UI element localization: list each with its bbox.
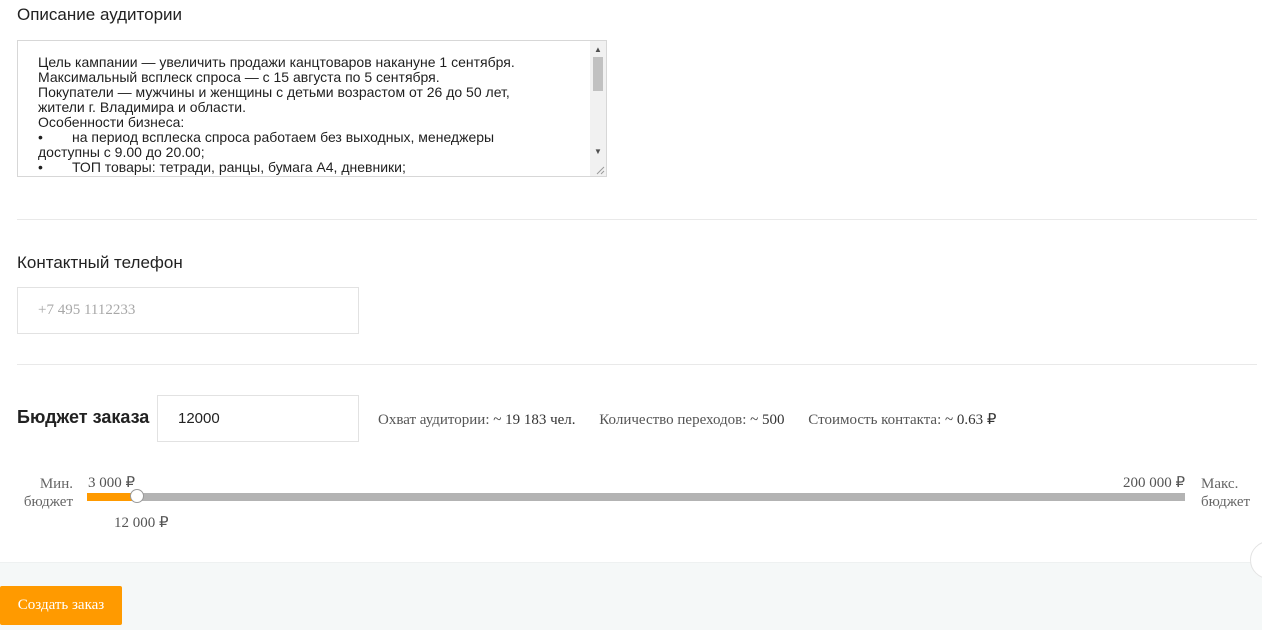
slider-max-value: 200 000 ₽	[1122, 475, 1185, 491]
slider-min-value: 3 000 ₽	[88, 475, 136, 491]
cost-value: ~ 0.63 ₽	[945, 412, 997, 428]
scroll-down-arrow-icon[interactable]: ▼	[590, 145, 606, 159]
scrollbar-thumb[interactable]	[593, 57, 603, 91]
audience-section-title: Описание аудитории	[17, 5, 183, 24]
audience-line: доступны с 9.00 до 20.00;	[38, 144, 205, 160]
audience-bullet-item: • на период всплеска спроса работаем без…	[38, 130, 586, 145]
budget-input[interactable]	[157, 395, 359, 442]
textarea-scrollbar[interactable]: ▲ ▼	[590, 41, 606, 176]
slider-handle[interactable]	[130, 489, 144, 503]
clicks-value: ~ 500	[750, 412, 785, 428]
audience-bullet-text: на период всплеска спроса работаем без в…	[72, 129, 495, 145]
slider-current-value: 12 000 ₽	[114, 515, 169, 531]
bullet-mark: •	[38, 159, 43, 175]
reach-value: ~ 19 183 чел.	[493, 412, 576, 428]
audience-line: Максимальный всплеск спроса — с 15 авгус…	[38, 69, 440, 85]
audience-bullet-text: ТОП товары: тетради, ранцы, бумага А4, д…	[72, 159, 406, 175]
cost-label: Стоимость контакта:	[808, 412, 942, 428]
audience-line: Особенности бизнеса:	[38, 114, 185, 130]
audience-description-textarea[interactable]: Цель кампании — увеличить продажи канцто…	[17, 40, 607, 177]
audience-bullet-item: • ТОП товары: тетради, ранцы, бумага А4,…	[38, 160, 586, 175]
audience-line: жители г. Владимира и области.	[38, 99, 246, 115]
section-divider	[17, 219, 1257, 220]
footer-bar: Создать заказ	[0, 562, 1262, 630]
audience-description-text: Цель кампании — увеличить продажи канцто…	[38, 55, 586, 175]
audience-line: Покупатели — мужчины и женщины с детьми …	[38, 84, 510, 100]
min-budget-label: Мин. бюджет	[23, 476, 73, 510]
bullet-mark: •	[38, 129, 43, 145]
budget-slider[interactable]	[87, 489, 1185, 503]
phone-section-title: Контактный телефон	[17, 253, 183, 272]
resize-grip-icon[interactable]	[595, 165, 605, 175]
reach-label: Охват аудитории:	[378, 412, 490, 428]
cost-stat: Стоимость контакта: ~ 0.63 ₽	[808, 412, 996, 428]
scroll-up-arrow-icon[interactable]: ▲	[590, 43, 606, 57]
clicks-label: Количество переходов:	[599, 412, 747, 428]
budget-label: Бюджет заказа	[17, 407, 150, 427]
phone-input[interactable]	[17, 287, 359, 334]
reach-stat: Охват аудитории: ~ 19 183 чел.	[378, 412, 576, 428]
audience-line: Цель кампании — увеличить продажи канцто…	[38, 54, 515, 70]
max-budget-label: Макс. бюджет	[1201, 476, 1251, 510]
clicks-stat: Количество переходов: ~ 500	[599, 412, 784, 428]
create-order-button[interactable]: Создать заказ	[0, 586, 122, 625]
budget-stats: Охват аудитории: ~ 19 183 чел. Количеств…	[378, 410, 1016, 429]
section-divider	[17, 364, 1257, 365]
